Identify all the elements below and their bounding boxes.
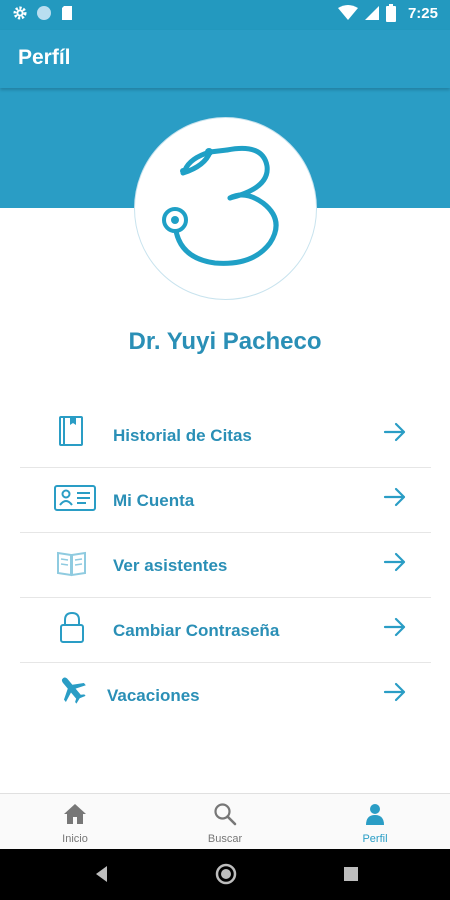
menu-item-label: Vacaciones bbox=[107, 686, 200, 705]
person-icon bbox=[366, 804, 384, 825]
wifi-icon bbox=[337, 5, 358, 20]
menu-item-ver-asistentes[interactable]: Ver asistentes bbox=[20, 533, 431, 598]
id-card-icon bbox=[54, 485, 96, 511]
system-nav-bar bbox=[0, 849, 450, 900]
menu-item-label: Ver asistentes bbox=[113, 556, 228, 575]
gear-icon bbox=[13, 6, 27, 20]
menu-item-label: Historial de Citas bbox=[113, 426, 252, 445]
search-icon bbox=[214, 803, 237, 826]
home-button-icon[interactable] bbox=[214, 862, 238, 886]
menu-item-label: Cambiar Contraseña bbox=[113, 621, 280, 640]
status-bar: 7:25 bbox=[0, 0, 450, 30]
signal-icon bbox=[364, 6, 379, 20]
tab-label: Inicio bbox=[62, 833, 88, 845]
arrow-right-icon bbox=[383, 552, 406, 572]
app-bar: Perfíl bbox=[0, 30, 450, 88]
page-title: Perfíl bbox=[18, 46, 71, 69]
home-icon bbox=[64, 804, 86, 824]
book-icon bbox=[59, 416, 83, 446]
doctor-name: Dr. Yuyi Pacheco bbox=[128, 328, 322, 355]
arrow-right-icon bbox=[383, 617, 406, 637]
open-book-icon bbox=[57, 551, 86, 577]
menu-item-cambiar-contrasena[interactable]: Cambiar Contraseña bbox=[20, 598, 431, 663]
menu-item-historial[interactable]: Historial de Citas bbox=[20, 403, 431, 468]
tab-label: Buscar bbox=[207, 833, 243, 845]
sd-card-icon bbox=[62, 6, 72, 20]
arrow-right-icon bbox=[383, 422, 406, 442]
lock-icon bbox=[60, 611, 84, 643]
status-time: 7:25 bbox=[407, 4, 438, 22]
menu-item-label: Mi Cuenta bbox=[113, 491, 195, 510]
menu-item-mi-cuenta[interactable]: Mi Cuenta bbox=[20, 468, 431, 533]
tab-inicio[interactable]: Inicio bbox=[0, 794, 150, 850]
back-icon[interactable] bbox=[93, 862, 109, 886]
bottom-nav: Inicio Buscar Perfil bbox=[0, 793, 450, 850]
menu-item-vacaciones[interactable]: Vacaciones bbox=[20, 663, 431, 727]
arrow-right-icon bbox=[383, 487, 406, 507]
tab-perfil[interactable]: Perfil bbox=[300, 794, 450, 850]
tab-buscar[interactable]: Buscar bbox=[150, 794, 300, 850]
circle-icon bbox=[37, 6, 51, 20]
status-right-icons: 7:25 bbox=[337, 4, 438, 22]
tab-label: Perfil bbox=[362, 833, 388, 845]
arrow-right-icon bbox=[383, 682, 406, 702]
avatar bbox=[134, 117, 317, 300]
recents-icon[interactable] bbox=[342, 862, 360, 886]
airplane-icon bbox=[61, 677, 86, 704]
status-left-icons bbox=[12, 5, 74, 21]
stethoscope-logo-icon bbox=[162, 145, 279, 266]
battery-icon bbox=[385, 4, 396, 22]
profile-menu: Historial de Citas Mi Cuenta Ver asisten bbox=[20, 403, 431, 727]
